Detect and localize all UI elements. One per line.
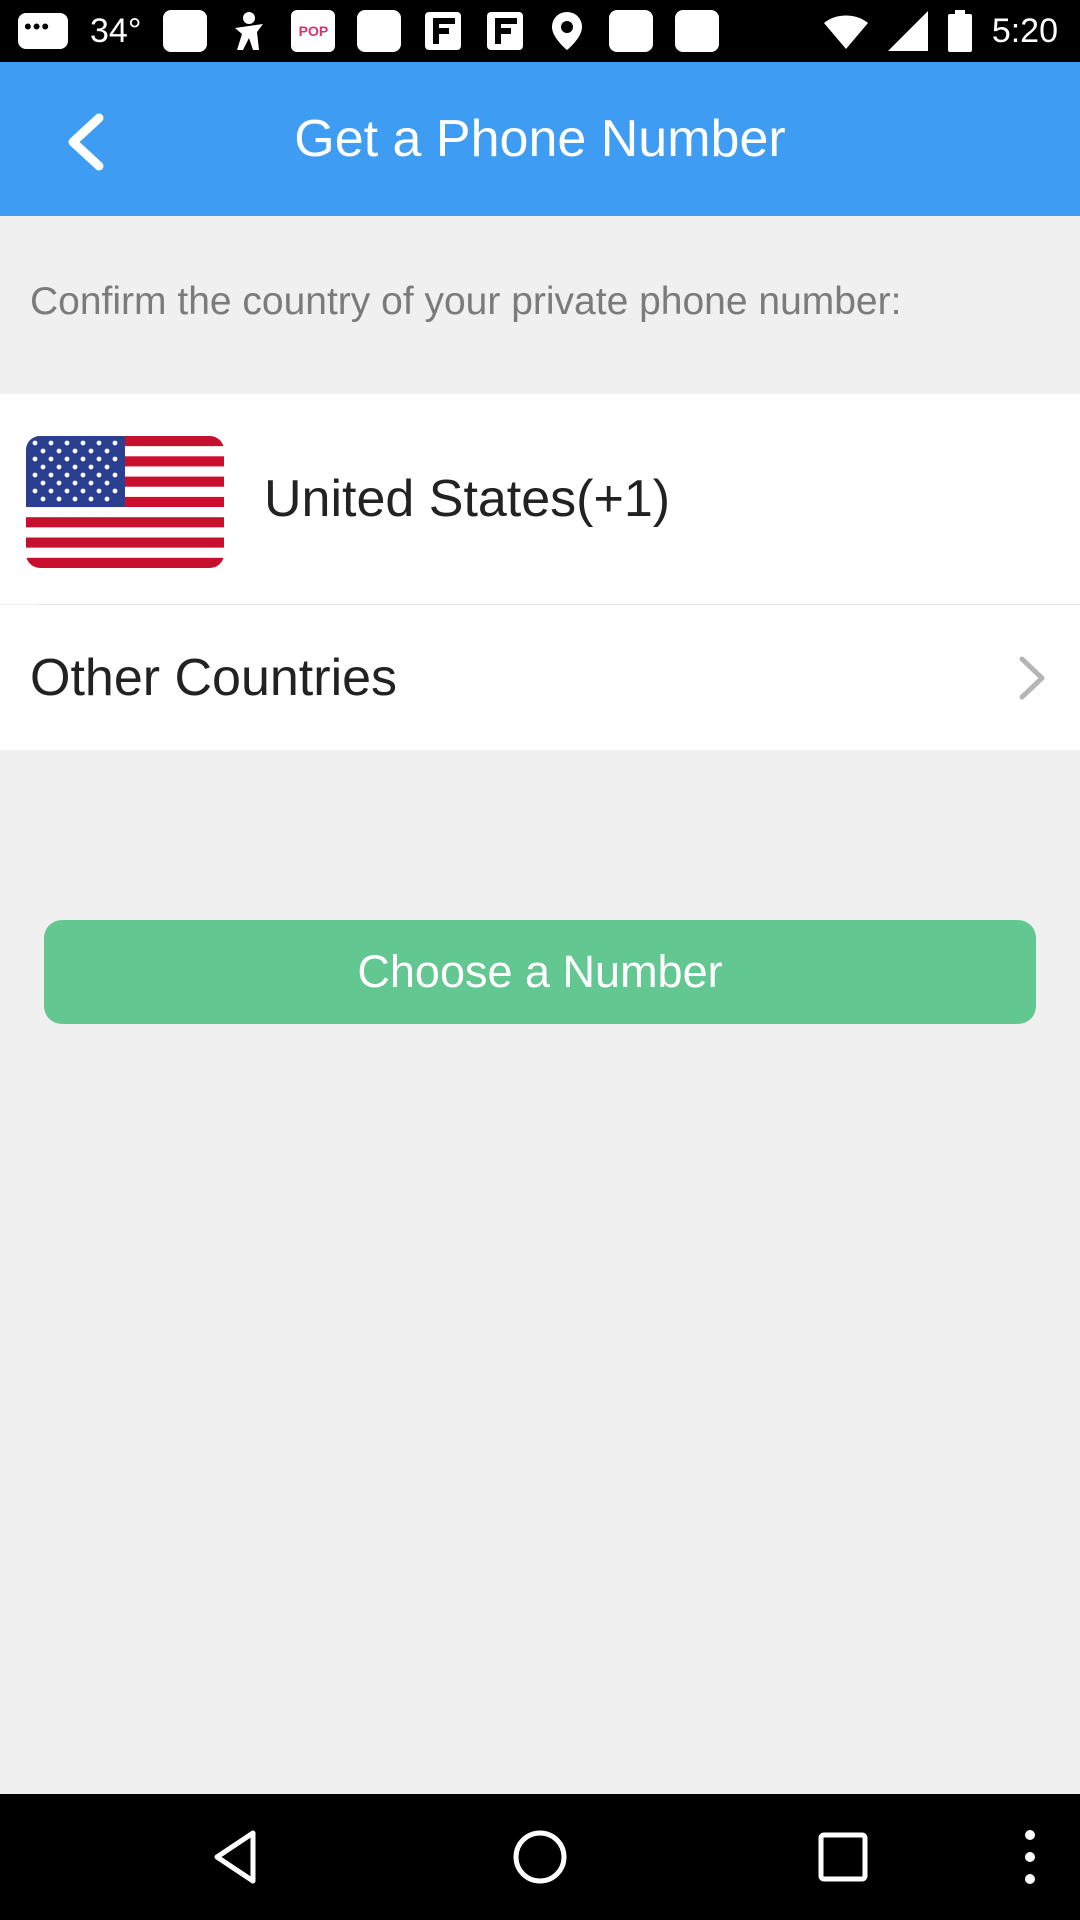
messages-icon (18, 13, 68, 49)
back-icon[interactable] (207, 1827, 267, 1887)
temperature: 34° (90, 11, 142, 50)
page-title: Get a Phone Number (294, 110, 786, 168)
home-icon[interactable] (510, 1827, 570, 1887)
flipboard-icon (487, 12, 524, 50)
system-nav-bar (0, 1794, 1080, 1920)
selected-country-label: United States(+1) (264, 470, 671, 528)
more-icon[interactable] (1000, 1827, 1060, 1887)
flipboard-icon (425, 12, 462, 50)
clock: 5:20 (991, 11, 1058, 50)
other-countries-label: Other Countries (30, 648, 398, 707)
notification-icon (357, 10, 402, 52)
signal-icon (887, 11, 928, 51)
selected-country-row[interactable]: United States(+1) (0, 394, 1080, 604)
chevron-left-icon (68, 113, 104, 171)
pop-app-icon: POP (291, 10, 336, 52)
back-button[interactable] (40, 102, 130, 182)
status-icons-left: 34° POP (18, 10, 720, 52)
status-bar: 34° POP (0, 0, 1080, 62)
app-screen: Get a Phone Number Confirm the country o… (0, 62, 1080, 1794)
notification-icon (163, 10, 208, 52)
location-icon (552, 12, 583, 50)
chevron-right-icon (1019, 656, 1045, 700)
status-icons-right: 5:20 (823, 10, 1058, 52)
app-header: Get a Phone Number (0, 62, 1080, 216)
instruction-text: Confirm the country of your private phon… (30, 280, 902, 323)
other-countries-row[interactable]: Other Countries (0, 605, 1080, 750)
us-flag-icon (26, 436, 224, 568)
recents-icon[interactable] (813, 1827, 873, 1887)
notification-icon (675, 10, 720, 52)
person-icon (235, 12, 264, 50)
battery-icon (947, 10, 972, 52)
notification-icon (609, 10, 654, 52)
wifi-icon (823, 15, 868, 49)
choose-number-button[interactable]: Choose a Number (44, 920, 1036, 1024)
